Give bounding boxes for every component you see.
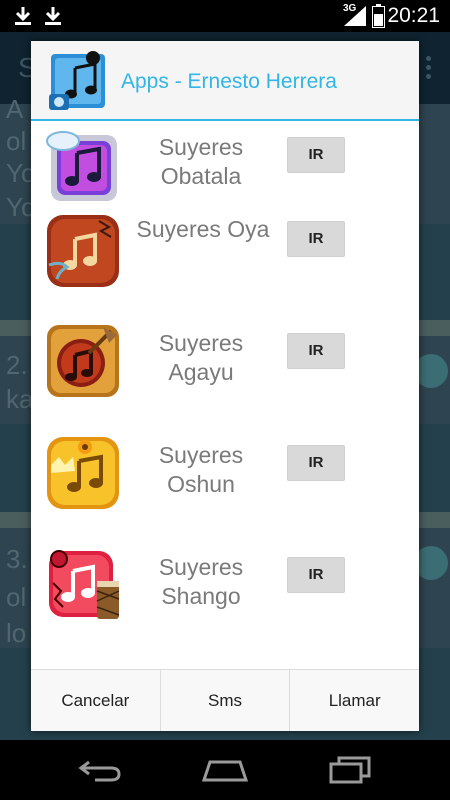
list-item: Suyeres Obatala IR (31, 123, 419, 215)
music-note-tornado-icon (47, 215, 119, 287)
battery-icon (372, 4, 385, 28)
music-note-cloud-icon (46, 131, 117, 201)
music-note-axe-icon (47, 325, 119, 397)
app-music-icon (49, 51, 105, 110)
list-item: Suyeres Oya IR (31, 211, 419, 307)
cancel-button[interactable]: Cancelar (31, 670, 161, 731)
call-button[interactable]: Llamar (290, 670, 419, 731)
app-name: Suyeres Agayu (158, 330, 244, 385)
ir-button[interactable]: IR (287, 137, 345, 173)
back-icon[interactable] (75, 754, 125, 786)
app-name: Suyeres Obatala (158, 134, 244, 189)
navigation-bar (0, 740, 450, 800)
music-note-sunflower-icon (47, 437, 119, 509)
recent-apps-icon[interactable] (325, 754, 375, 786)
dialog-footer: Cancelar Sms Llamar (31, 669, 419, 731)
apps-list[interactable]: Suyeres Obatala IR Suyeres Oya IR Suyere… (31, 123, 419, 670)
download-icon (45, 7, 61, 25)
apps-dialog: Apps - Ernesto Herrera Suyeres Obatala I… (31, 41, 419, 731)
dialog-title: Apps - Ernesto Herrera (121, 70, 337, 93)
background-text: lo (6, 618, 27, 648)
home-icon[interactable] (200, 754, 250, 786)
ir-button[interactable]: IR (287, 221, 345, 257)
background-text: A (6, 94, 24, 124)
ir-button[interactable]: IR (287, 557, 345, 593)
overflow-menu-icon (426, 56, 432, 80)
sms-button[interactable]: Sms (161, 670, 291, 731)
music-icon (414, 354, 448, 388)
music-icon (414, 546, 448, 580)
music-note-drum-icon (49, 550, 120, 619)
clock: 20:21 (387, 4, 440, 27)
background-text: ol (6, 582, 27, 612)
list-item: Suyeres Agayu IR (31, 323, 419, 419)
app-name: Suyeres Oya (136, 216, 270, 242)
app-name: Suyeres Shango (158, 554, 244, 609)
list-item: Suyeres Oshun IR (31, 435, 419, 531)
ir-button[interactable]: IR (287, 445, 345, 481)
signal-icon (344, 6, 366, 26)
background-text: 3. (6, 544, 28, 574)
status-bar: 3G 20:21 (0, 0, 450, 32)
dialog-header: Apps - Ernesto Herrera (31, 41, 419, 121)
download-icon (15, 7, 31, 25)
ir-button[interactable]: IR (287, 333, 345, 369)
background-text: 2. (6, 350, 28, 380)
app-name: Suyeres Oshun (158, 442, 244, 497)
background-text: ol (6, 126, 27, 156)
background-text: ka (6, 384, 34, 414)
list-item: Suyeres Shango IR (31, 547, 419, 643)
